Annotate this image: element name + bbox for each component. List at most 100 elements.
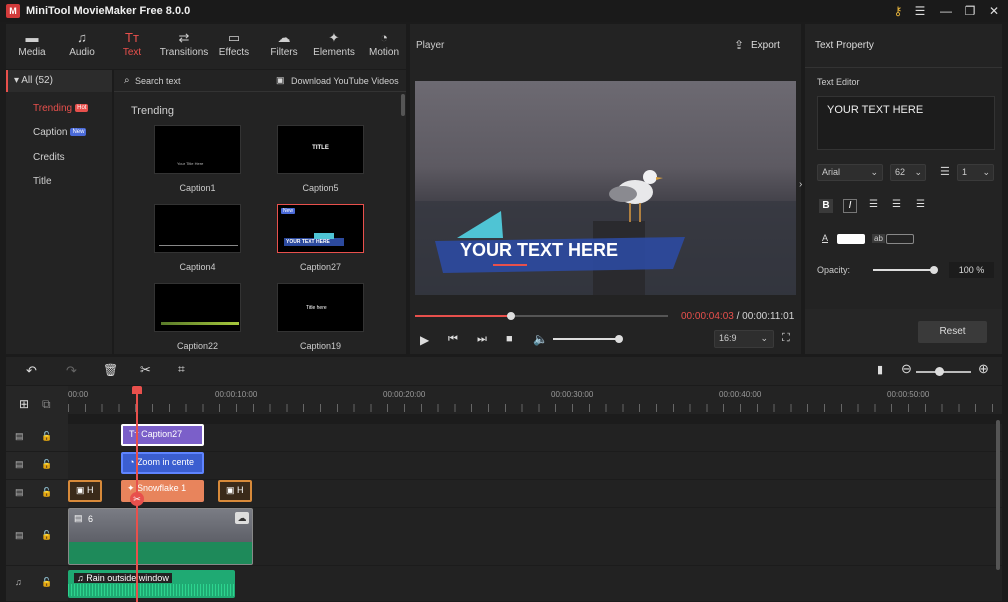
- tab-transitions[interactable]: ⇄ Transitions: [158, 24, 210, 69]
- collapse-arrow-icon[interactable]: ›: [799, 179, 802, 190]
- export-button[interactable]: Export: [751, 40, 780, 51]
- element-clip-right[interactable]: ▣ H: [218, 480, 252, 502]
- progress-handle[interactable]: [507, 312, 516, 320]
- play-icon[interactable]: ▶: [420, 333, 429, 347]
- video-clip[interactable]: ▤ 6 ☁: [68, 508, 253, 565]
- category-trending[interactable]: Trending Hot: [33, 103, 89, 114]
- tab-text[interactable]: Tт Text: [108, 24, 156, 69]
- elements-icon: ✦: [328, 30, 340, 45]
- chevron-down-icon: ⌄: [760, 333, 768, 343]
- font-size-select[interactable]: 62 ⌄: [890, 164, 926, 181]
- undo-icon[interactable]: ↶: [26, 363, 37, 379]
- zoom-handle[interactable]: [935, 367, 944, 376]
- panel-title: Text Property: [815, 40, 874, 51]
- search-icon[interactable]: ⌕: [124, 75, 130, 86]
- lock-icon[interactable]: 🔓: [41, 577, 52, 588]
- film-icon: ▤: [15, 459, 24, 469]
- thumb-caption5[interactable]: TITLE: [277, 125, 364, 174]
- align-center-icon[interactable]: ☰: [892, 199, 901, 210]
- align-left-icon[interactable]: ☰: [869, 199, 878, 210]
- redo-icon[interactable]: ↷: [66, 363, 77, 379]
- delete-icon[interactable]: 🗑: [103, 363, 118, 377]
- fullscreen-icon[interactable]: ⛶: [782, 332, 790, 345]
- close-icon[interactable]: ✕: [984, 3, 1004, 19]
- category-title[interactable]: Title: [33, 176, 52, 187]
- lock-icon[interactable]: 🔓: [41, 459, 52, 470]
- category-all[interactable]: ▾ All (52): [6, 70, 112, 92]
- audio-waveform: [68, 584, 235, 596]
- volume-handle[interactable]: [615, 335, 623, 343]
- tab-motion[interactable]: ◔ Motion: [360, 24, 408, 69]
- video-preview[interactable]: YOUR TEXT HERE: [415, 81, 796, 295]
- align-right-icon[interactable]: ☰: [916, 199, 925, 210]
- add-track-icon[interactable]: ⊞: [19, 397, 29, 411]
- italic-button[interactable]: I: [843, 199, 857, 213]
- menu-icon[interactable]: ☰: [910, 3, 930, 19]
- copy-track-icon[interactable]: ⧉: [42, 397, 51, 412]
- category-panel: ▾ All (52) Trending Hot Caption New Credit…: [6, 70, 112, 354]
- bold-button[interactable]: B: [819, 199, 833, 213]
- opacity-handle[interactable]: [930, 266, 938, 274]
- timeline-scrollbar[interactable]: [996, 420, 1000, 570]
- font-select[interactable]: Arial ⌄: [817, 164, 883, 181]
- stop-icon[interactable]: ■: [506, 333, 513, 345]
- lock-icon[interactable]: 🔓: [41, 530, 52, 541]
- crop-icon[interactable]: ⌗: [178, 362, 185, 377]
- opacity-value[interactable]: 100 %: [949, 262, 994, 278]
- film-icon: ▤: [15, 487, 24, 497]
- zoom-out-icon[interactable]: ⊖: [901, 361, 912, 377]
- category-caption[interactable]: Caption New: [33, 127, 87, 138]
- element-clip-left[interactable]: ▣ H: [68, 480, 102, 502]
- aspect-ratio-select[interactable]: 16:9 ⌄: [714, 330, 774, 348]
- music-icon: ♫: [77, 30, 87, 45]
- ruler-label: 00:00:50:00: [887, 390, 930, 399]
- volume-icon[interactable]: 🔈: [533, 332, 548, 346]
- lock-icon[interactable]: 🔓: [41, 487, 52, 498]
- thumb-caption1[interactable]: Your Title Here: [154, 125, 241, 174]
- category-credits[interactable]: Credits: [33, 152, 65, 163]
- library-scrollbar[interactable]: [401, 94, 405, 116]
- restore-icon[interactable]: ❐: [960, 3, 980, 19]
- fit-icon[interactable]: ▮: [877, 363, 883, 376]
- thumb-caption22[interactable]: [154, 283, 241, 332]
- tab-audio[interactable]: ♫ Audio: [58, 24, 106, 69]
- track-text: [68, 424, 1002, 452]
- zoom-in-icon[interactable]: ⊕: [978, 361, 989, 377]
- reset-button[interactable]: Reset: [918, 321, 987, 343]
- thumb-label: Caption4: [179, 262, 216, 272]
- lock-icon[interactable]: 🔓: [41, 431, 52, 442]
- download-youtube-link[interactable]: Download YouTube Videos: [291, 76, 399, 86]
- tab-elements[interactable]: ✦ Elements: [310, 24, 358, 69]
- next-frame-icon[interactable]: ⏭: [477, 333, 487, 346]
- previous-frame-icon[interactable]: ⏮: [448, 333, 458, 346]
- split-icon[interactable]: ✂: [140, 362, 151, 378]
- accent-shape: [314, 233, 334, 239]
- folder-icon: ▬: [25, 30, 39, 45]
- key-icon[interactable]: ⚷: [888, 3, 908, 19]
- tab-effects[interactable]: ▭ Effects: [210, 24, 258, 69]
- text-editor-field[interactable]: YOUR TEXT HERE: [817, 96, 995, 150]
- text-clip[interactable]: Tт Caption27: [121, 424, 204, 446]
- ruler-label: 00:00:20:00: [383, 390, 426, 399]
- track-head-video: ▤ 🔓: [6, 508, 68, 566]
- audio-clip[interactable]: ♫ Rain outside window: [68, 570, 235, 598]
- background-color-swatch[interactable]: [886, 234, 914, 244]
- timeline-ruler[interactable]: 00:00 00:00:10:00 00:00:20:00 00:00:30:0…: [68, 386, 1002, 414]
- thumb-label: Caption19: [299, 341, 342, 351]
- thumb-caption27[interactable]: New YOUR TEXT HERE: [277, 204, 364, 253]
- minimize-icon[interactable]: —: [936, 3, 956, 19]
- search-input[interactable]: Search text: [135, 76, 181, 86]
- line-spacing-select[interactable]: 1 ⌄: [957, 164, 994, 181]
- scissors-icon[interactable]: ✂: [130, 492, 144, 506]
- tab-filters[interactable]: ☁ Filters: [260, 24, 308, 69]
- playhead-handle[interactable]: [132, 386, 142, 394]
- opacity-slider[interactable]: [873, 269, 935, 271]
- text-color-swatch[interactable]: [837, 234, 865, 244]
- thumb-caption4[interactable]: [154, 204, 241, 253]
- film-icon: ▤: [74, 513, 83, 523]
- caption-bar: [161, 322, 239, 325]
- thumb-caption19[interactable]: Title here: [277, 283, 364, 332]
- tab-media[interactable]: ▬ Media: [8, 24, 56, 69]
- overlay-caption[interactable]: YOUR TEXT HERE: [460, 240, 618, 261]
- motion-clip[interactable]: ◔ Zoom in cente: [121, 452, 204, 474]
